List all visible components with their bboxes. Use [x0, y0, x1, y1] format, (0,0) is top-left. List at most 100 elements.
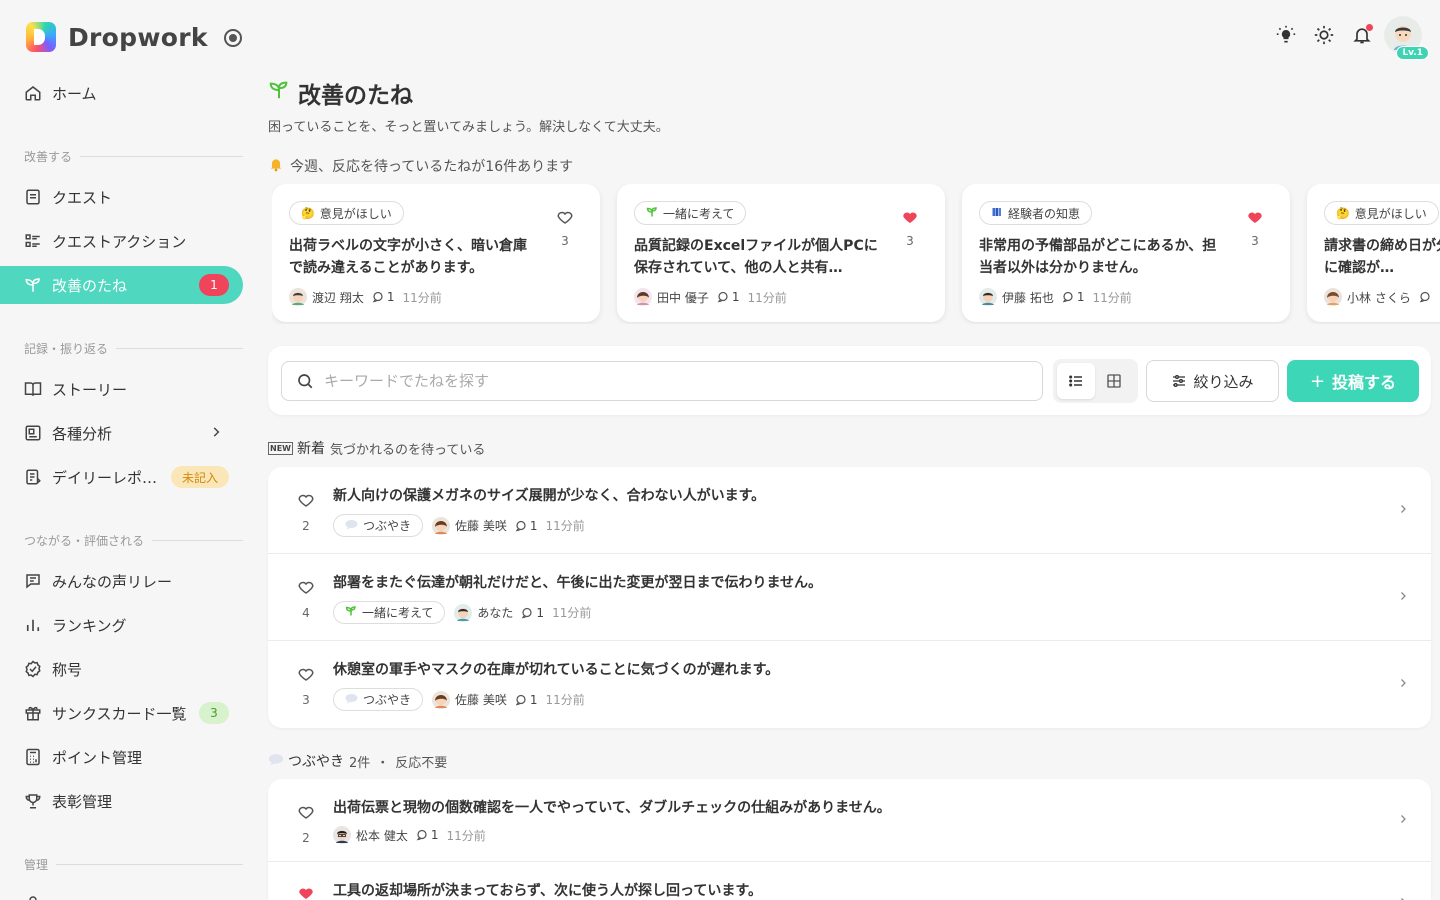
sidebar-item-label: ポイント管理 [52, 748, 143, 767]
sidebar-item-seeds[interactable]: 改善のたね 1 [0, 266, 243, 304]
sidebar-item-label: クエスト [52, 188, 113, 207]
list-item[interactable]: 2 出荷伝票と現物の個数確認を一人でやっていて、ダブルチェックの仕組みがありませ… [268, 779, 1431, 862]
item-tag: つぶやき [333, 514, 424, 537]
list-item[interactable]: 2 新人向けの保護メガネのサイズ展開が少なく、合わない人がいます。 つぶやき 佐… [268, 467, 1431, 554]
book-icon [24, 380, 42, 398]
like-count: 3 [561, 234, 569, 248]
featured-card[interactable]: 一緒に考えて 3 品質記録のExcelファイルが個人PCに保存されていて、他の人… [617, 184, 945, 322]
document-icon [24, 188, 42, 206]
card-meta: 伊藤 拓也 1 11分前 [979, 288, 1132, 306]
like-count: 3 [1251, 234, 1259, 248]
comment-icon [717, 291, 728, 303]
list-item[interactable]: 4 部署をまたぐ伝達が朝礼だけだと、午後に出た変更が翌日まで伝わりません。 一緒… [268, 554, 1431, 641]
sidebar-item-thanks-cards[interactable]: サンクスカード一覧 3 [0, 694, 243, 732]
item-tag: 一緒に考えて [333, 601, 446, 624]
sidebar-item-story[interactable]: ストーリー [0, 370, 243, 408]
home-icon [24, 84, 42, 102]
comment-icon [372, 291, 383, 303]
page-title: 改善のたね [268, 76, 413, 110]
author-name: 佐藤 美咲 [455, 519, 507, 533]
card-meta: 田中 優子 1 11分前 [634, 288, 787, 306]
user-avatar[interactable]: Lv.1 [1384, 16, 1429, 60]
like-button[interactable]: 3 [556, 208, 574, 248]
list-item[interactable]: 3 休憩室の軍手やマスクの在庫が切れていることに気づくのが遅れます。 つぶやき … [268, 641, 1431, 728]
plus-icon: + [1309, 370, 1326, 392]
featured-card[interactable]: 経験者の知恵 3 非常用の予備部品がどこにあるか、担当者以外は分かりません。 伊… [962, 184, 1290, 322]
chevron-right-icon [1397, 811, 1409, 831]
list-item[interactable]: 工具の返却場所が決まっておらず、次に使う人が探し回っています。 [268, 862, 1431, 900]
item-meta: つぶやき 佐藤 美咲 1 11分前 [333, 688, 585, 711]
like-button[interactable] [296, 884, 316, 900]
filter-button[interactable]: 絞り込み [1146, 360, 1279, 402]
sidebar-item-titles[interactable]: 称号 [0, 650, 243, 688]
app-logo[interactable]: Dropwork [26, 22, 208, 52]
notification-dot [1366, 24, 1373, 31]
author-name: 小林 さくら [1347, 290, 1411, 305]
featured-card[interactable]: 🤔 意見がほしい 3 出荷ラベルの文字が小さく、暗い倉庫で読み違えることがあります… [272, 184, 600, 322]
view-toggle [1053, 359, 1138, 403]
item-meta: つぶやき 佐藤 美咲 1 11分前 [333, 514, 585, 537]
grid-view-button[interactable] [1095, 363, 1133, 399]
item-title: 新人向けの保護メガネのサイズ展開が少なく、合わない人がいます。 [333, 488, 766, 504]
sidebar-item-quest-action[interactable]: クエストアクション [0, 222, 243, 260]
card-title: 非常用の予備部品がどこにあるか、担当者以外は分かりません。 [979, 238, 1217, 276]
comment-count: 1 [1062, 290, 1084, 304]
author-name: 伊藤 拓也 [1002, 290, 1054, 305]
post-button[interactable]: + 投稿する [1287, 360, 1419, 402]
like-button[interactable]: 4 [296, 578, 316, 620]
list-view-button[interactable] [1057, 363, 1095, 399]
card-tag: 経験者の知恵 [979, 201, 1093, 225]
item-meta: 松本 健太 1 11分前 [333, 826, 486, 844]
like-button[interactable]: 3 [1246, 208, 1264, 248]
search-input[interactable] [324, 372, 1004, 390]
sidebar-item-admin-partial[interactable] [0, 884, 243, 900]
search-box[interactable] [281, 361, 1043, 401]
sidebar-item-label: クエストアクション [52, 232, 187, 251]
author-name: 佐藤 美咲 [455, 693, 507, 707]
speech-bubble-icon [268, 753, 284, 770]
sprout-emoji-icon [345, 605, 357, 620]
books-emoji-icon [991, 206, 1003, 221]
lightbulb-icon[interactable] [1274, 23, 1298, 47]
like-button[interactable]: 3 [901, 208, 919, 248]
nav-section-admin: 管理 [24, 856, 243, 873]
sidebar-item-home[interactable]: ホーム [0, 74, 243, 112]
comment-count: 1 [372, 290, 394, 304]
sidebar-item-voice-relay[interactable]: みんなの声リレー [0, 562, 243, 600]
like-button[interactable]: 2 [296, 491, 316, 533]
sidebar-item-ranking[interactable]: ランキング [0, 606, 243, 644]
sidebar-item-quest[interactable]: クエスト [0, 178, 243, 216]
bar-chart-icon [24, 616, 42, 634]
comment-icon [515, 520, 526, 531]
like-button[interactable]: 3 [296, 665, 316, 707]
sidebar-item-points[interactable]: ポイント管理 [0, 738, 243, 776]
sprout-icon [268, 79, 290, 107]
heart-filled-icon [903, 212, 917, 223]
like-count: 2 [302, 831, 310, 845]
weekly-note: 今週、反応を待っているたねが16件あります [268, 156, 573, 176]
record-icon[interactable] [224, 29, 242, 47]
level-badge: Lv.1 [1396, 46, 1429, 60]
heart-filled-icon [1248, 212, 1262, 223]
sidebar-item-analysis[interactable]: 各種分析 [0, 414, 243, 452]
sun-icon[interactable] [1312, 23, 1336, 47]
like-count: 3 [302, 693, 310, 707]
sidebar-item-awards[interactable]: 表彰管理 [0, 782, 243, 820]
comment-icon [1419, 291, 1430, 303]
like-button[interactable]: 2 [296, 803, 316, 845]
card-title: 請求書の締め日が分かりにくい、月末に確認が… [1324, 238, 1440, 276]
comment-count: 1 [515, 693, 537, 707]
comment-icon [515, 694, 526, 705]
item-title: 部署をまたぐ伝達が朝礼だけだと、午後に出た変更が翌日まで伝わりません。 [333, 575, 823, 591]
sidebar-item-daily-report[interactable]: デイリーレポ… 未記入 [0, 458, 243, 496]
item-title: 出荷伝票と現物の個数確認を一人でやっていて、ダブルチェックの仕組みがありません。 [333, 800, 891, 816]
author-avatar [979, 288, 997, 306]
speech-bubble-icon [345, 693, 358, 707]
featured-card[interactable]: 🤔意見がほしい 請求書の締め日が分かりにくい、月末に確認が… 小林 さくら [1307, 184, 1440, 322]
heart-outline-icon [298, 806, 314, 819]
list-icon [1069, 375, 1082, 387]
author-avatar [432, 690, 451, 709]
comment-count: 1 [521, 606, 544, 620]
bell-icon[interactable] [1350, 23, 1374, 47]
sidebar-item-label: ランキング [52, 616, 127, 635]
